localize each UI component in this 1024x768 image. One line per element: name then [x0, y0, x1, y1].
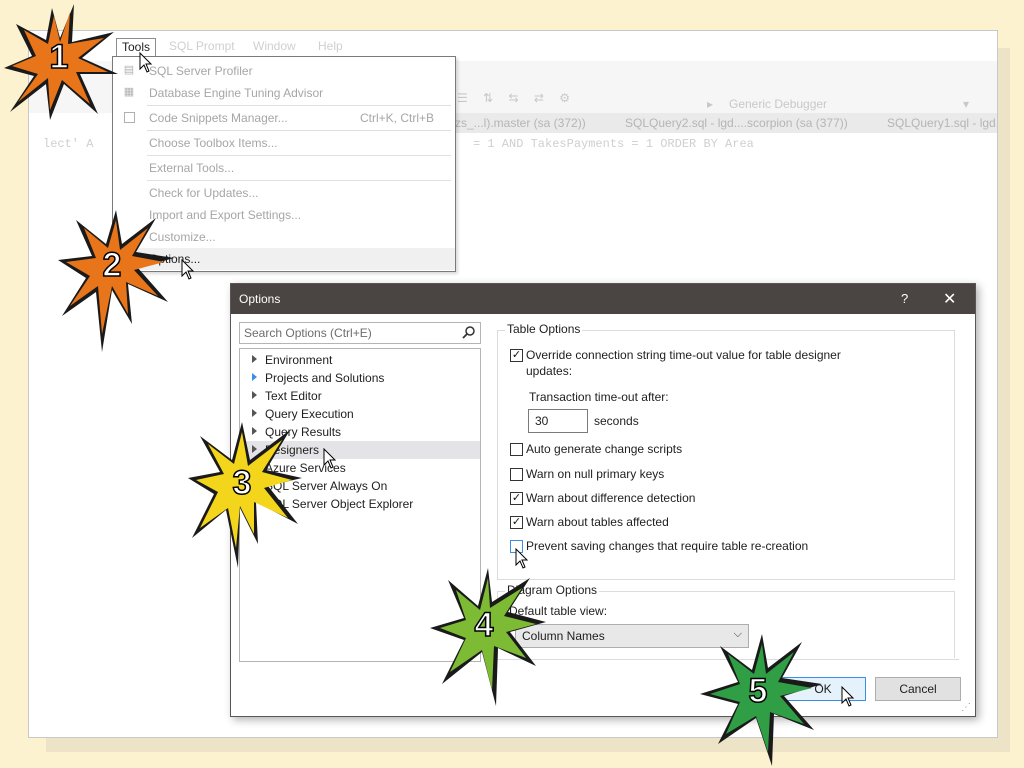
warn-diff-label: Warn about difference detection [526, 491, 696, 505]
timeout-label: Transaction time-out after: [529, 390, 669, 404]
mouse-cursor-icon [841, 686, 855, 707]
help-button[interactable]: ? [901, 291, 908, 306]
tree-item-label: Query Execution [265, 407, 354, 421]
step-1-callout: 1 [4, 4, 118, 120]
timeout-value: 30 [535, 414, 549, 428]
timeout-input[interactable]: 30 [528, 409, 588, 433]
menu-help[interactable]: Help [318, 39, 343, 53]
step-2-number: 2 [103, 246, 122, 284]
toolbar-icons: ☰ ⇅ ⇆ ⇄ ⚙ [457, 91, 577, 105]
menu-item-label: Choose Toolbox Items... [149, 136, 278, 150]
editor-line: lect' A = 1 AND TakesPayments = 1 ORDER B… [43, 137, 754, 151]
resize-grip-icon[interactable]: ⋰ [961, 702, 971, 713]
menu-divider [147, 130, 451, 131]
menu-item-label: External Tools... [149, 161, 235, 175]
debugger-label: Generic Debugger [729, 97, 828, 111]
menu-item-label: Code Snippets Manager... [149, 111, 288, 125]
dialog-title-bar: Options ? ✕ [231, 284, 975, 314]
profiler-icon: ▤ [123, 64, 135, 76]
tree-item-label: Environment [265, 353, 333, 367]
chevron-down-icon: ▾ [963, 97, 970, 111]
cancel-button[interactable]: Cancel [875, 677, 961, 701]
close-button[interactable]: ✕ [943, 289, 956, 309]
menu-item-shortcut: Ctrl+K, Ctrl+B [360, 111, 435, 125]
override-timeout-label-1: Override connection string time-out valu… [526, 348, 841, 362]
warn-null-pk-label: Warn on null primary keys [526, 467, 665, 481]
menu-sql-prompt[interactable]: SQL Prompt [169, 39, 235, 53]
options-dialog: Options ? ✕ Search Options (Ctrl+E) Envi… [230, 283, 976, 717]
step-5-number: 5 [749, 672, 768, 710]
menu-item-code-snippets[interactable]: Code Snippets Manager... Ctrl+K, Ctrl+B [113, 107, 455, 129]
tuning-advisor-icon: ▦ [123, 86, 135, 98]
tree-item-text-editor[interactable]: Text Editor [240, 387, 480, 405]
dialog-title: Options [239, 292, 281, 306]
play-icon: ▸ [707, 97, 714, 111]
timeout-unit: seconds [594, 414, 639, 428]
auto-generate-checkbox[interactable] [510, 443, 523, 456]
warn-tables-checkbox[interactable]: ✓ [510, 516, 523, 529]
override-timeout-label-2: updates: [526, 364, 573, 378]
search-options-input[interactable]: Search Options (Ctrl+E) [239, 322, 481, 344]
code-fragment-right: = 1 AND TakesPayments = 1 ORDER BY Area [473, 137, 754, 151]
step-2-callout: 2 [58, 210, 174, 352]
override-timeout-checkbox[interactable]: ✓ [510, 349, 523, 362]
expand-arrow-icon[interactable] [252, 355, 257, 363]
step-1-number: 1 [50, 38, 69, 76]
menu-item-tuning-advisor[interactable]: ▦ Database Engine Tuning Advisor [113, 82, 455, 104]
tree-item-label: Text Editor [265, 389, 322, 403]
code-fragment-left: lect' A [43, 137, 94, 151]
mouse-cursor-icon [323, 448, 337, 469]
menu-item-sql-server-profiler[interactable]: ▤ SQL Server Profiler [113, 60, 455, 82]
warn-tables-label: Warn about tables affected [526, 515, 669, 529]
menu-divider [147, 155, 451, 156]
mouse-cursor-icon [181, 259, 195, 280]
mouse-cursor-icon [139, 52, 153, 73]
expand-arrow-icon[interactable] [252, 373, 257, 381]
step-4-number: 4 [475, 606, 494, 644]
step-5-callout: 5 [700, 634, 822, 766]
tree-item-projects[interactable]: Projects and Solutions [240, 369, 480, 387]
menu-item-label: Check for Updates... [149, 186, 259, 200]
warn-null-pk-checkbox[interactable] [510, 468, 523, 481]
warn-diff-checkbox[interactable]: ✓ [510, 492, 523, 505]
expand-arrow-icon[interactable] [252, 409, 257, 417]
menu-divider [147, 180, 451, 181]
tree-item-label: Projects and Solutions [265, 371, 385, 385]
menu-divider [147, 105, 451, 106]
menu-item-label: SQL Server Profiler [149, 64, 253, 78]
menu-item-toolbox-items[interactable]: Choose Toolbox Items... [113, 132, 455, 154]
menu-window[interactable]: Window [253, 39, 296, 53]
expand-arrow-icon[interactable] [252, 391, 257, 399]
tab-sqlquery1[interactable]: SQLQuery1.sql - lgd... [887, 116, 997, 130]
menu-item-label: Database Engine Tuning Advisor [149, 86, 324, 100]
menu-item-external-tools[interactable]: External Tools... [113, 157, 455, 179]
debugger-dropdown[interactable]: ▸ Generic Debugger ▾ [707, 95, 977, 113]
menu-item-check-updates[interactable]: Check for Updates... [113, 182, 455, 204]
search-placeholder: Search Options (Ctrl+E) [244, 326, 372, 340]
prevent-saving-label: Prevent saving changes that require tabl… [526, 539, 809, 553]
table-options-label: Table Options [505, 322, 583, 336]
step-3-number: 3 [233, 464, 252, 502]
checkbox-icon [124, 112, 135, 123]
step-3-callout: 3 [188, 422, 302, 568]
tree-item-environment[interactable]: Environment [240, 351, 480, 369]
step-4-callout: 4 [430, 568, 546, 706]
tab-sqlquery2[interactable]: SQLQuery2.sql - lgd....scorpion (sa (377… [625, 116, 848, 130]
search-icon [462, 326, 475, 339]
auto-generate-label: Auto generate change scripts [526, 442, 683, 456]
tab-master[interactable]: zs_...l).master (sa (372)) [455, 116, 586, 130]
